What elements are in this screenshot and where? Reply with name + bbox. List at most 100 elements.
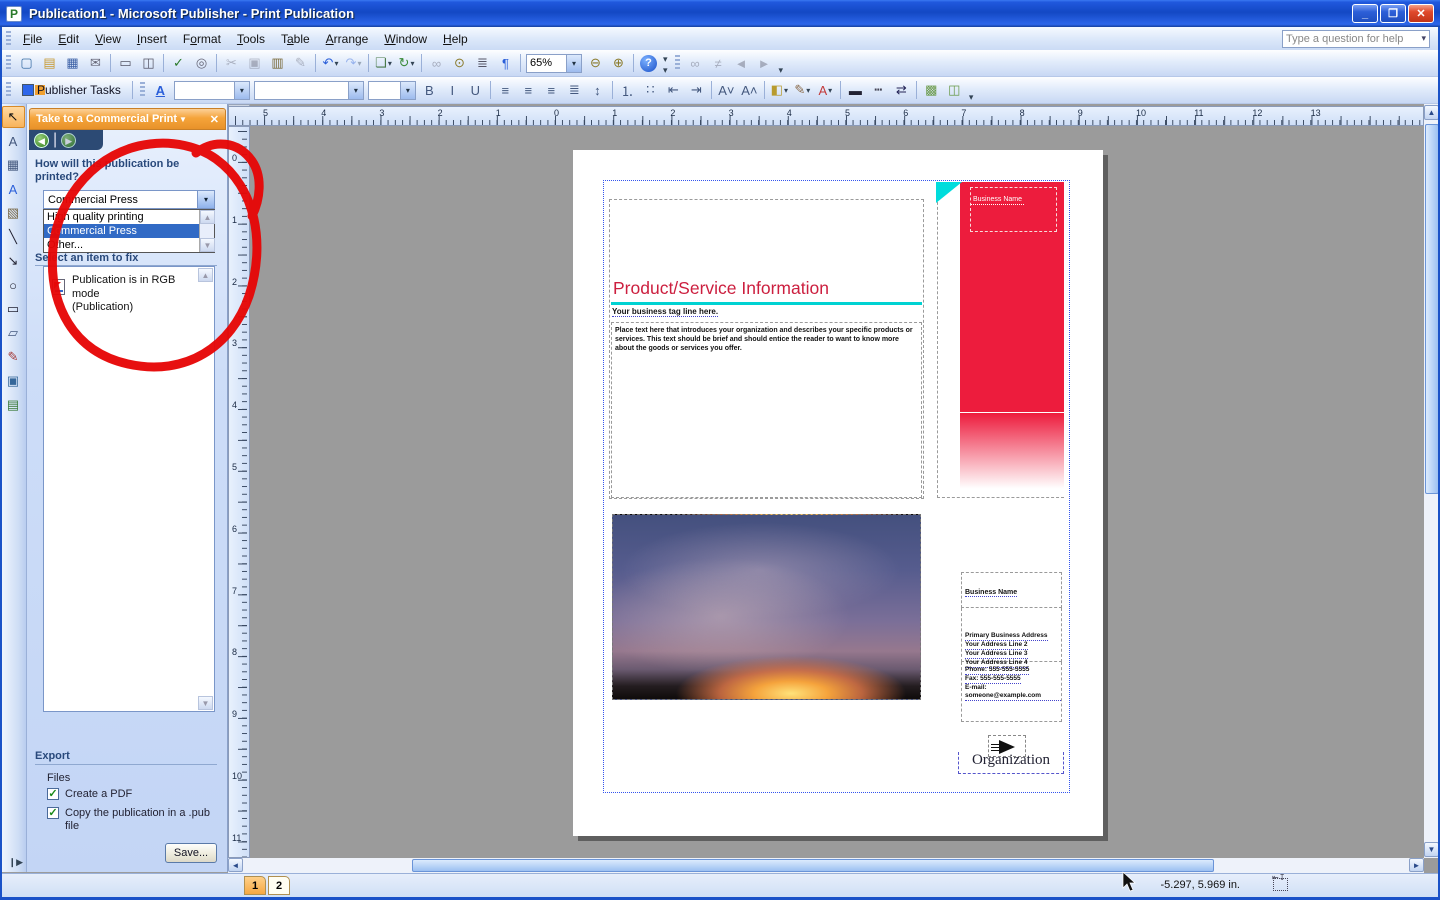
font-styles-icon[interactable]: A — [150, 80, 171, 100]
menu-item[interactable]: Help — [435, 29, 476, 49]
design-gallery-object-tool[interactable]: ▣ — [2, 370, 25, 392]
line-tool[interactable]: ╲ — [2, 226, 25, 248]
checkbox[interactable]: ✓ — [47, 807, 59, 819]
hot-spot-tool[interactable]: ✎ — [2, 346, 25, 368]
bullets-button[interactable]: ∷ ▾ — [640, 80, 661, 100]
format-painter-icon[interactable]: ✎ ▾ — [290, 53, 311, 73]
select-objects-tool[interactable]: ↖ — [2, 106, 25, 128]
dropdown-option[interactable]: High quality printing — [44, 210, 199, 224]
oval-tool[interactable]: ○ — [2, 274, 25, 296]
increase-font-button[interactable]: A˄ ▾ — [739, 80, 760, 100]
3d-style-icon[interactable]: ◫ ▾ — [944, 80, 965, 100]
toolbar-grip[interactable] — [6, 82, 11, 98]
italic-button[interactable]: I ▾ — [442, 80, 463, 100]
break-forward-link-icon[interactable]: ≠▾ — [708, 53, 729, 73]
picture-frame-tool[interactable]: ▧ — [2, 202, 25, 224]
increase-indent-button[interactable]: ⇥ ▾ — [686, 80, 707, 100]
chevron-down-icon[interactable]: ▾ — [197, 191, 214, 208]
menu-item[interactable]: Insert — [129, 29, 175, 49]
autoshapes-tool[interactable]: ▱ — [2, 322, 25, 344]
text-box-tool[interactable]: A — [2, 130, 25, 152]
previous-text-box-icon[interactable]: ◄▾ — [731, 53, 752, 73]
task-pane-title-bar[interactable]: Take to a Commercial Print ▼ ✕ — [29, 108, 226, 130]
align-right-button[interactable]: ≡ ▾ — [541, 80, 562, 100]
chevron-down-icon[interactable]: ▾ — [566, 55, 581, 72]
menu-item[interactable]: Arrange — [318, 29, 377, 49]
toolbar-options-icon[interactable]: ▾ — [969, 92, 974, 103]
zoom-out-icon[interactable]: ⊖▾ — [585, 53, 606, 73]
insert-table-tool[interactable]: ▦ — [2, 154, 25, 176]
business-name-frame[interactable]: Business Name — [970, 187, 1057, 232]
research-icon[interactable]: ◎ ▾ — [191, 53, 212, 73]
zoom-selected-icon[interactable]: ⊙ ▾ — [449, 53, 470, 73]
zoom-combobox[interactable]: 65% ▾ — [526, 54, 582, 73]
line-spacing-button[interactable]: ↕ ▾ — [587, 80, 608, 100]
horizontal-ruler[interactable]: 54321012345678910111213 — [228, 106, 1424, 126]
dropdown-option[interactable]: Other... — [44, 238, 199, 252]
create-text-box-link-icon[interactable]: ∞▾ — [685, 53, 706, 73]
scroll-down-icon[interactable]: ▼ — [1424, 842, 1439, 857]
minimize-button[interactable]: _ — [1352, 4, 1378, 23]
numbering-button[interactable]: ⒈ ▾ — [617, 80, 638, 100]
forward-button[interactable]: ▶ — [61, 133, 76, 148]
toolbar-options-icon[interactable]: ▾▾ — [663, 54, 668, 76]
bold-button[interactable]: B ▾ — [419, 80, 440, 100]
copy-icon[interactable]: ▣ ▾ — [244, 53, 265, 73]
page-tab[interactable]: 2 — [268, 876, 290, 895]
scroll-right-icon[interactable]: ► — [1409, 858, 1424, 872]
sunset-photo[interactable] — [612, 514, 921, 700]
organization-name[interactable]: Organization — [958, 752, 1064, 774]
workspace[interactable]: Product/Service Information Your busines… — [250, 126, 1424, 858]
save-button[interactable]: Save... — [165, 843, 217, 863]
justify-button[interactable]: ≣ ▾ — [564, 80, 585, 100]
next-text-box-icon[interactable]: ►▾ — [754, 53, 775, 73]
restore-button[interactable]: ❐ — [1380, 4, 1406, 23]
menu-item[interactable]: File — [15, 29, 50, 49]
toolbar-grip[interactable] — [6, 31, 11, 47]
line-style-icon[interactable]: ▬ ▾ — [845, 80, 866, 100]
font-color-icon[interactable]: A ▾ — [815, 80, 836, 100]
scroll-down-icon[interactable]: ▼ — [198, 696, 213, 710]
scroll-down-icon[interactable]: ▼ — [200, 238, 215, 252]
publisher-tasks-button[interactable]: Publisher Tasks — [17, 81, 127, 99]
align-center-button[interactable]: ≡ ▾ — [518, 80, 539, 100]
align-left-button[interactable]: ≡ ▾ — [495, 80, 516, 100]
columns-icon[interactable]: ≣ ▾ — [472, 53, 493, 73]
body-text-frame[interactable]: Place text here that introduces your org… — [611, 322, 922, 498]
menu-item[interactable]: Window — [376, 29, 435, 49]
special-characters-icon[interactable]: ¶ ▾ — [495, 53, 516, 73]
insert-hyperlink-icon[interactable]: ∞ ▾ — [426, 53, 447, 73]
print-preview-icon[interactable]: ◫ ▾ — [138, 53, 159, 73]
new-document-icon[interactable]: ▢ ▾ — [16, 53, 37, 73]
scroll-up-icon[interactable]: ▲ — [200, 210, 215, 224]
vertical-ruler[interactable]: 01234567891011 — [228, 126, 250, 858]
publication-page[interactable]: Product/Service Information Your busines… — [573, 150, 1103, 836]
help-search-input[interactable]: Type a question for help ▾ — [1282, 30, 1430, 48]
content-library-item-tool[interactable]: ▤ — [2, 394, 25, 416]
decrease-indent-button[interactable]: ⇤ ▾ — [663, 80, 684, 100]
insert-wordart-tool[interactable]: A — [2, 178, 25, 200]
free-rotate-icon[interactable]: ↻ ▾ — [396, 53, 417, 73]
toolbar-grip[interactable] — [140, 82, 145, 98]
underline-button[interactable]: U ▾ — [465, 80, 486, 100]
menu-item[interactable]: Edit — [50, 29, 87, 49]
chevron-down-icon[interactable]: ▼ — [179, 115, 187, 124]
fix-item[interactable]: Publication is in RGB mode — [72, 273, 197, 301]
info-business-name-frame[interactable]: Business Name — [961, 572, 1062, 608]
vertical-scroll-thumb[interactable] — [1425, 124, 1439, 494]
print-icon[interactable]: ▭ ▾ — [115, 53, 136, 73]
arrow-tool[interactable]: ↘ — [2, 250, 25, 272]
menu-item[interactable]: Format — [175, 29, 229, 49]
arrow-style-icon[interactable]: ⇄ ▾ — [891, 80, 912, 100]
checkbox[interactable]: ✓ — [47, 788, 59, 800]
scroll-up-icon[interactable]: ▲ — [198, 268, 213, 282]
undo-icon[interactable]: ↶ ▾ — [320, 53, 341, 73]
redo-icon[interactable]: ↷ ▾ — [343, 53, 364, 73]
decrease-font-button[interactable]: A˅ ▾ — [716, 80, 737, 100]
toolbar-grip[interactable] — [6, 55, 11, 71]
bring-to-front-icon[interactable]: ❏ ▾ — [373, 53, 394, 73]
help-button[interactable]: ? — [638, 53, 659, 73]
horizontal-scroll-thumb[interactable] — [412, 859, 1214, 872]
style-combobox[interactable]: ▾ — [174, 81, 250, 100]
open-icon[interactable]: ▤ ▾ — [39, 53, 60, 73]
